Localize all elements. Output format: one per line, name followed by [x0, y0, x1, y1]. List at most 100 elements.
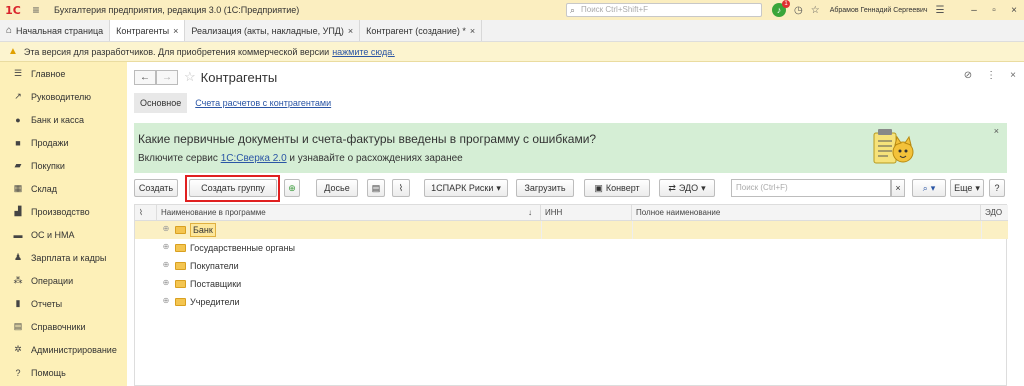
table-row[interactable]: ⊕ Учредители — [135, 293, 1008, 311]
banner-subline-pre: Включите сервис — [138, 153, 221, 164]
settings-menu-icon[interactable]: ☰ — [936, 5, 945, 16]
back-button[interactable]: ← — [134, 69, 156, 85]
notifications-bell-icon[interactable]: ♪ 1 — [772, 0, 790, 17]
folder-icon — [175, 298, 186, 306]
user-name[interactable]: Абрамов Геннадий Сергеевич — [830, 7, 928, 14]
tab-label: Реализация (акты, накладные, УПД) — [191, 25, 344, 36]
sidebar-item-assets[interactable]: ▬ ОС и НМА — [0, 223, 127, 246]
search-button[interactable]: ⌕ ▾ — [912, 179, 946, 197]
sidebar-item-sales[interactable]: ■ Продажи — [0, 131, 127, 154]
title-bar: 1С ≡ Бухгалтерия предприятия, редакция 3… — [0, 0, 1024, 20]
column-header-name[interactable]: Наименование в программе ↓ — [157, 205, 541, 221]
sidebar-item-admin[interactable]: ✲ Администрирование — [0, 338, 127, 361]
expand-icon[interactable]: ⊕ — [162, 225, 170, 233]
report-doc-icon[interactable]: ▤ — [367, 179, 385, 197]
more-button[interactable]: Еще ▾ — [950, 179, 984, 197]
help-button[interactable]: ? — [989, 179, 1005, 197]
row-name: Государственные органы — [190, 243, 296, 253]
edo-button[interactable]: ⇄ ЭДО ▾ — [659, 179, 715, 197]
table-header: ⌇ Наименование в программе ↓ ИНН Полное … — [135, 205, 1008, 221]
hamburger-menu-icon[interactable]: ≡ — [26, 3, 46, 17]
warehouse-icon: ▦ — [13, 183, 23, 193]
purchase-link[interactable]: нажмите сюда. — [332, 47, 395, 57]
column-divider — [981, 221, 982, 239]
highlight-frame — [185, 175, 280, 202]
history-icon[interactable]: ◷ — [794, 5, 803, 16]
expand-icon[interactable]: ⊕ — [162, 261, 170, 269]
sidebar-item-bank[interactable]: ● Банк и касса — [0, 108, 127, 131]
truck-icon: ▬ — [13, 229, 23, 240]
row-name: Банк — [190, 223, 216, 237]
sidebar-item-production[interactable]: ▟ Производство — [0, 200, 127, 223]
promo-banner: Какие первичные документы и счета-фактур… — [134, 123, 1007, 173]
sidebar-item-label: Склад — [31, 183, 58, 194]
folder-icon — [175, 244, 186, 252]
clear-search-icon[interactable]: × — [891, 179, 905, 197]
open-windows-tabs: ⌂ Начальная страница Контрагенты × Реали… — [0, 20, 1024, 42]
table-row[interactable]: ⊕ Покупатели — [135, 257, 1008, 275]
dossier-button[interactable]: Досье — [316, 179, 358, 197]
chart-icon: ↗ — [14, 91, 22, 101]
expand-icon[interactable]: ⊕ — [162, 297, 170, 305]
sverka-link[interactable]: 1С:Сверка 2.0 — [221, 153, 287, 164]
column-header-inn[interactable]: ИНН — [541, 205, 632, 221]
envelope-label: Конверт — [605, 183, 640, 193]
table-row[interactable]: ⊕ Государственные органы — [135, 239, 1008, 257]
favorite-star-icon[interactable]: ☆ — [184, 69, 196, 85]
sidebar-item-label: Продажи — [31, 137, 69, 148]
tab-home[interactable]: ⌂ Начальная страница — [0, 20, 111, 41]
tab-sales[interactable]: Реализация (акты, накладные, УПД) × — [185, 20, 361, 41]
link-icon[interactable]: ⊘ — [964, 70, 972, 81]
column-header-fullname[interactable]: Полное наименование — [632, 205, 981, 221]
global-search-placeholder: Поиск Ctrl+Shift+F — [581, 5, 649, 14]
sidebar-item-main[interactable]: ☰ Главное — [0, 62, 127, 85]
sections-sidebar: ☰ Главное ↗ Руководителю ● Банк и касса ■ Пр… — [0, 62, 127, 386]
attachment-icon[interactable]: ⌇ — [392, 179, 410, 197]
maximize-icon[interactable]: ▫ — [984, 5, 1004, 16]
sidebar-item-purchases[interactable]: ▰ Покупки — [0, 154, 127, 177]
tab-counterparty-create[interactable]: Контрагент (создание) * × — [360, 20, 483, 41]
operations-icon: ⁂ — [13, 275, 23, 285]
column-header-edo[interactable]: ЭДО — [981, 205, 1008, 221]
page-title: Контрагенты — [200, 69, 278, 85]
sidebar-item-help[interactable]: ? Помощь — [0, 361, 127, 384]
close-icon[interactable]: × — [1010, 70, 1016, 81]
subtab-settlement-accounts[interactable]: Счета расчетов с контрагентами — [195, 98, 331, 108]
more-label: Еще — [954, 183, 973, 193]
tab-counterparties[interactable]: Контрагенты × — [110, 20, 186, 41]
expand-icon[interactable]: ⊕ — [162, 279, 170, 287]
sidebar-item-reports[interactable]: ▮ Отчеты — [0, 292, 127, 315]
envelope-button[interactable]: ▣ Конверт — [584, 179, 650, 197]
warning-icon: ▲ — [8, 46, 18, 57]
table-row[interactable]: ⊕ Банк — [135, 221, 1008, 239]
tab-close-icon[interactable]: × — [470, 26, 475, 36]
row-name: Учредители — [190, 297, 240, 307]
folder-icon — [175, 280, 186, 288]
create-button[interactable]: Создать — [134, 179, 178, 197]
subtab-main[interactable]: Основное — [134, 93, 188, 113]
banner-close-icon[interactable]: × — [994, 126, 999, 136]
minimize-icon[interactable]: – — [964, 5, 984, 16]
close-window-icon[interactable]: × — [1004, 5, 1024, 16]
tab-close-icon[interactable]: × — [173, 26, 178, 36]
column-divider — [632, 221, 633, 239]
more-vertical-icon[interactable]: ⋮ — [986, 70, 996, 81]
list-toolbar: Создать Создать группу ⊕ Досье ▤ ⌇ 1СПАР… — [134, 175, 1009, 202]
sidebar-item-label: Администрирование — [31, 344, 117, 355]
table-row[interactable]: ⊕ Поставщики — [135, 275, 1008, 293]
tab-close-icon[interactable]: × — [348, 26, 353, 36]
copy-doc-icon[interactable]: ⊕ — [284, 179, 300, 197]
sidebar-item-operations[interactable]: ⁂ Операции — [0, 269, 127, 292]
sidebar-item-warehouse[interactable]: ▦ Склад — [0, 177, 127, 200]
sidebar-item-label: Руководителю — [31, 91, 92, 102]
sidebar-item-catalogs[interactable]: ▤ Справочники — [0, 315, 127, 338]
forward-button[interactable]: → — [156, 69, 178, 85]
expand-icon[interactable]: ⊕ — [162, 243, 170, 251]
sidebar-item-manager[interactable]: ↗ Руководителю — [0, 85, 127, 108]
favorites-star-icon[interactable]: ☆ — [811, 5, 820, 16]
sidebar-item-salary[interactable]: ♟ Зарплата и кадры — [0, 246, 127, 269]
global-search-input[interactable]: ⌕ Поиск Ctrl+Shift+F — [566, 3, 762, 17]
list-search-input[interactable]: Поиск (Ctrl+F) — [731, 179, 891, 197]
spark-risks-button[interactable]: 1СПАРК Риски ▾ — [424, 179, 508, 197]
load-button[interactable]: Загрузить — [516, 179, 574, 197]
